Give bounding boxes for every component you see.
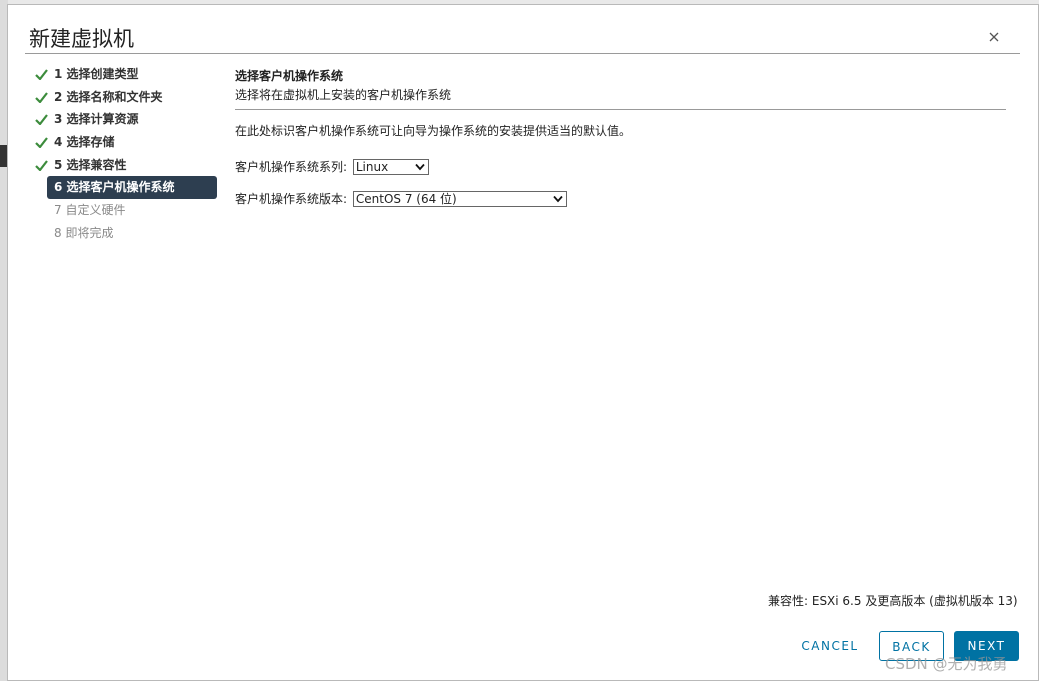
wizard-step-label: 3 选择计算资源 [54, 112, 139, 127]
wizard-content: 选择客户机操作系统 选择将在虚拟机上安装的客户机操作系统 在此处标识客户机操作系… [235, 67, 1007, 207]
cancel-button[interactable]: CANCEL [794, 631, 866, 661]
check-icon [35, 92, 48, 103]
close-icon[interactable] [986, 29, 1002, 45]
os-family-value: Linux [355, 159, 389, 174]
wizard-step-7: 7 自定义硬件 [35, 199, 225, 222]
compatibility-text: 兼容性: ESXi 6.5 及更高版本 (虚拟机版本 13) [768, 594, 1018, 608]
title-divider [25, 53, 1020, 54]
wizard-step-8: 8 即将完成 [35, 222, 225, 245]
wizard-step-5[interactable]: 5 选择兼容性 [35, 154, 225, 177]
os-version-row: 客户机操作系统版本: CentOS 7 (64 位) [235, 189, 567, 207]
check-icon [35, 137, 48, 149]
wizard-step-2[interactable]: 2 选择名称和文件夹 [35, 86, 225, 109]
os-family-row: 客户机操作系统系列: Linux [235, 157, 429, 175]
section-description: 在此处标识客户机操作系统可让向导为操作系统的安装提供适当的默认值。 [235, 124, 632, 138]
new-vm-dialog: 新建虚拟机 1 选择创建类型 2 选择名称和文件夹 3 选择计算资源 4 选择存… [7, 4, 1039, 681]
chevron-down-icon [415, 163, 425, 170]
wizard-step-label: 7 自定义硬件 [54, 203, 126, 218]
chevron-down-icon [553, 195, 563, 202]
wizard-step-label: 1 选择创建类型 [54, 67, 139, 81]
check-icon [35, 69, 48, 80]
wizard-step-3[interactable]: 3 选择计算资源 [35, 108, 225, 131]
wizard-step-4[interactable]: 4 选择存储 [35, 131, 225, 154]
section-subtitle: 选择将在虚拟机上安装的客户机操作系统 [235, 88, 452, 102]
check-icon [35, 160, 48, 171]
dialog-title: 新建虚拟机 [29, 27, 134, 51]
watermark-text: CSDN @无为我勇 [885, 655, 1008, 673]
os-version-value: CentOS 7 (64 位) [355, 191, 457, 206]
os-version-label: 客户机操作系统版本: [235, 191, 348, 206]
wizard-step-label: 2 选择名称和文件夹 [54, 89, 163, 104]
wizard-step-6-active[interactable]: 6 选择客户机操作系统 [47, 176, 217, 200]
wizard-step-label: 6 选择客户机操作系统 [54, 180, 175, 195]
os-family-label: 客户机操作系统系列: [235, 159, 348, 174]
os-family-select[interactable]: Linux [352, 158, 429, 175]
wizard-step-label: 8 即将完成 [54, 225, 114, 240]
os-version-select[interactable]: CentOS 7 (64 位) [352, 190, 567, 207]
wizard-step-label: 5 选择兼容性 [54, 157, 127, 172]
check-icon [35, 114, 48, 126]
section-title: 选择客户机操作系统 [235, 69, 344, 83]
section-divider [235, 109, 1006, 110]
wizard-step-1[interactable]: 1 选择创建类型 [35, 63, 225, 86]
wizard-step-label: 4 选择存储 [54, 135, 115, 150]
wizard-steps: 1 选择创建类型 2 选择名称和文件夹 3 选择计算资源 4 选择存储 5 选择… [35, 63, 225, 245]
